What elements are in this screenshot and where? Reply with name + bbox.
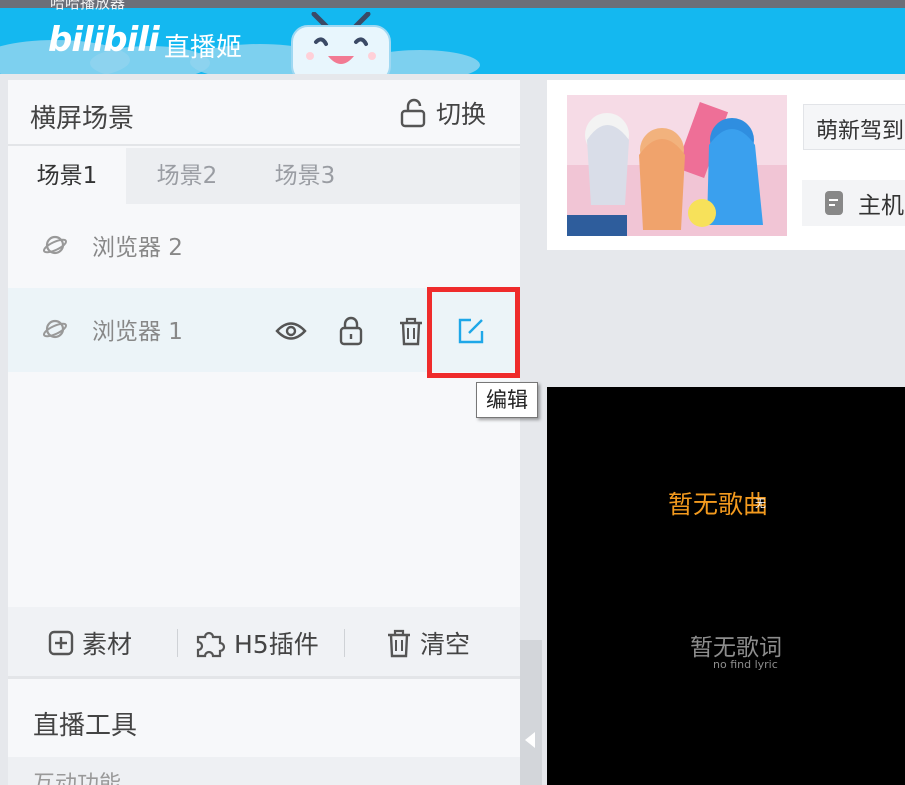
add-material-label: 素材 — [82, 630, 133, 659]
window-strip — [0, 0, 905, 8]
song-subtitle: 无 — [755, 497, 766, 510]
collapse-arrow-icon — [525, 732, 535, 748]
eye-icon — [275, 322, 307, 340]
trash-icon — [388, 629, 410, 658]
room-title-field[interactable]: 萌新驾到 — [803, 104, 905, 150]
trash-icon — [400, 317, 422, 346]
clear-scene-button[interactable]: 清空 — [386, 607, 470, 679]
source-item-browser-2[interactable]: 浏览器 2 — [8, 204, 520, 288]
delete-source-button[interactable] — [394, 314, 428, 348]
plus-square-icon — [48, 630, 74, 656]
lock-toggle[interactable] — [334, 314, 368, 348]
lyric-subtitle: no find lyric — [713, 658, 778, 671]
tab-scene-2[interactable]: 场景2 — [128, 148, 246, 204]
scene-tabs: 场景1 场景2 场景3 — [8, 148, 520, 204]
switch-orientation-button[interactable]: 切换 — [400, 96, 486, 130]
host-label: 主机 — [858, 193, 904, 219]
app-header: 哈哈播放器 bilibili 直播姬 — [0, 0, 905, 74]
room-cover-image[interactable] — [567, 95, 787, 236]
scene-bottom-toolbar: 素材 H5插件 清空 — [8, 607, 520, 679]
panel-collapse-handle[interactable] — [520, 640, 542, 785]
visibility-toggle[interactable] — [274, 314, 308, 348]
tab-scene-3[interactable]: 场景3 — [246, 148, 364, 204]
lyric-text: 暂无歌词 — [690, 635, 782, 661]
cover-artwork — [567, 95, 787, 236]
edit-highlight-box — [427, 287, 520, 378]
source-label: 浏览器 2 — [92, 235, 183, 261]
toolbar-divider — [344, 629, 345, 657]
switch-label: 切换 — [436, 100, 487, 129]
unlock-icon — [400, 98, 426, 128]
live-tools-title: 直播工具 — [33, 711, 138, 741]
room-info-card: 萌新驾到 主机 — [547, 80, 905, 250]
h5-plugin-label: H5插件 — [234, 630, 319, 659]
lock-icon — [339, 316, 363, 346]
source-label: 浏览器 1 — [92, 319, 183, 345]
add-material-button[interactable]: 素材 — [48, 607, 132, 679]
tab-scene-1[interactable]: 场景1 — [8, 148, 126, 204]
puzzle-icon — [196, 631, 226, 658]
interactive-features-label[interactable]: 互动功能 — [33, 766, 121, 785]
scene-panel-header: 横屏场景 切换 — [8, 80, 520, 146]
song-title: 暂无歌曲 — [668, 490, 769, 519]
clear-label: 清空 — [420, 630, 471, 659]
window-ghost-title: 哈哈播放器 — [50, 0, 126, 12]
toolbar-divider — [177, 629, 178, 657]
scene-panel-title: 横屏场景 — [30, 104, 135, 134]
edit-tooltip: 编辑 — [476, 382, 538, 418]
live-preview: 暂无歌曲 无 暂无歌词 no find lyric — [547, 387, 905, 785]
planet-icon — [42, 235, 68, 255]
bilibili-logo: bilibili — [48, 20, 160, 60]
planet-icon — [42, 319, 68, 339]
h5-plugin-button[interactable]: H5插件 — [194, 607, 319, 679]
scene-panel: 横屏场景 切换 场景1 场景2 场景3 浏览器 2 浏览器 1 素材 H5插件 … — [8, 80, 520, 785]
app-name: 直播姬 — [164, 33, 243, 63]
document-icon — [825, 191, 843, 215]
host-button[interactable]: 主机 — [802, 180, 905, 226]
mascot-tv-icon — [291, 12, 391, 74]
